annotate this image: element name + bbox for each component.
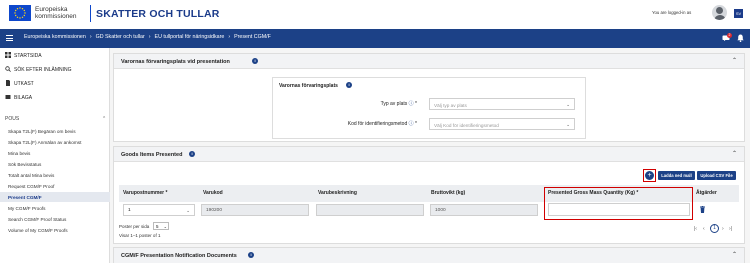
info-icon[interactable]: i: [248, 252, 254, 258]
col-gross-mass: Bruttovikt (kg): [431, 190, 466, 196]
commodity-code-field: 190200: [201, 204, 309, 216]
sidebar: STARTSIDA SÖK EFTER INLÄMNING UTKAST BIL…: [0, 48, 110, 263]
item-number-select[interactable]: 1 ⌄: [123, 204, 195, 216]
description-field: [316, 204, 424, 216]
card-header[interactable]: Goods Items Presented i ⌃: [114, 147, 744, 162]
storage-subcard: Varornas förvaringsplats i Typ av plats …: [272, 77, 586, 139]
chevron-up-icon[interactable]: ⌃: [102, 116, 106, 122]
chevron-up-icon[interactable]: ⌃: [732, 57, 737, 64]
sidebar-item-startsida[interactable]: STARTSIDA: [0, 49, 110, 62]
site-title: SKATTER OCH TULLAR: [96, 8, 220, 20]
info-icon[interactable]: i: [189, 151, 195, 157]
sidebar-subitem[interactable]: Request CGM/F Proof: [0, 181, 110, 191]
bell-icon[interactable]: [737, 34, 744, 42]
logged-in-text: You are logged-in as: [652, 10, 692, 15]
chevron-up-icon[interactable]: ⌃: [732, 150, 737, 157]
sidebar-subitem[interactable]: Search CGM/F Proof Status: [0, 214, 110, 224]
breadcrumb: Europeiska kommissionen › GD Skatter och t…: [24, 34, 271, 40]
user-avatar[interactable]: [712, 5, 727, 20]
chevron-down-icon: ⌄: [566, 102, 570, 107]
info-icon[interactable]: i: [252, 58, 258, 64]
current-page[interactable]: 1: [710, 224, 719, 233]
top-header: Europeiska kommissionen SKATTER OCH TULL…: [0, 0, 750, 29]
qualifier-select[interactable]: Välj Kod för identifieringsmetod ⌄: [429, 118, 575, 130]
sidebar-item-attachments[interactable]: BILAGA: [0, 91, 110, 104]
message-count-badge: 2: [727, 33, 732, 38]
next-page-icon[interactable]: ›: [722, 226, 724, 232]
storage-location-card: Varornas förvaringsplats vid presentatio…: [113, 53, 745, 142]
trash-icon[interactable]: [700, 206, 705, 213]
per-page-select[interactable]: 5 ⌄: [153, 222, 169, 230]
gross-mass-field: 1000: [430, 204, 538, 216]
card-title: Goods Items Presented: [121, 151, 183, 158]
nav-bar: Europeiska kommissionen › GD Skatter och t…: [0, 29, 750, 48]
chevron-up-icon[interactable]: ⌃: [732, 251, 737, 258]
sidebar-subitem[interactable]: Totalt antal Mina bevis: [0, 170, 110, 180]
first-page-icon[interactable]: |‹: [694, 226, 697, 232]
card-title: Varornas förvaringsplats vid presentatio…: [121, 58, 230, 65]
breadcrumb-item[interactable]: EU tullportal för näringsidkare: [155, 34, 225, 40]
info-icon[interactable]: i: [346, 82, 352, 88]
menu-icon[interactable]: [6, 35, 13, 41]
sidebar-subitem[interactable]: Skapa T2L(F) Anmälan av ankomst: [0, 137, 110, 147]
notification-docs-card: CGM/F Presentation Notification Document…: [113, 247, 745, 263]
showing-count: Visar 1–1 poster of 1: [119, 233, 161, 238]
sidebar-subitem[interactable]: Mina bevis: [0, 148, 110, 158]
sidebar-section-label[interactable]: POUS: [5, 116, 19, 122]
sidebar-item-label: SÖK EFTER INLÄMNING: [14, 67, 72, 73]
breadcrumb-item: Present CGM/F: [234, 34, 271, 40]
main-content: Varornas förvaringsplats vid presentatio…: [113, 48, 745, 263]
sidebar-item-label: UTKAST: [14, 81, 34, 87]
download-template-button[interactable]: Ladda ned mall: [658, 171, 695, 180]
sidebar-item-label: BILAGA: [14, 95, 33, 101]
add-row-button[interactable]: +: [645, 171, 654, 180]
prev-page-icon[interactable]: ‹: [703, 226, 705, 232]
header-divider: [90, 5, 91, 22]
subcard-title: Varornas förvaringsplats: [279, 83, 338, 89]
col-description: Varubeskrivning: [318, 190, 357, 196]
card-header[interactable]: Varornas förvaringsplats vid presentatio…: [114, 54, 744, 69]
chevron-down-icon: ⌄: [163, 224, 167, 229]
per-page-label: Poster per sida: [119, 224, 150, 229]
upload-csv-button[interactable]: Upload CSV File: [697, 171, 736, 180]
card-header[interactable]: CGM/F Presentation Notification Document…: [114, 248, 744, 263]
last-page-icon[interactable]: ›|: [729, 226, 732, 232]
location-type-select[interactable]: Välj typ av plats ⌄: [429, 98, 575, 110]
sidebar-subitem[interactable]: My CGM/F Proofs: [0, 203, 110, 213]
sidebar-item-search[interactable]: SÖK EFTER INLÄMNING: [0, 63, 110, 76]
breadcrumb-item[interactable]: GD Skatter och tullar: [96, 34, 145, 40]
eu-flag-logo: [9, 5, 31, 21]
col-commodity-code: Varukod: [203, 190, 223, 196]
chevron-down-icon: ⌄: [566, 122, 570, 127]
highlight-box: [544, 187, 693, 220]
document-icon: [6, 80, 10, 86]
sidebar-item-label: STARTSIDA: [14, 53, 42, 59]
grid-icon: [5, 52, 11, 58]
sidebar-subitem[interactable]: Sök Bevisstatus: [0, 159, 110, 169]
sidebar-item-drafts[interactable]: UTKAST: [0, 77, 110, 90]
card-title: CGM/F Presentation Notification Document…: [121, 252, 237, 259]
breadcrumb-item[interactable]: Europeiska kommissionen: [24, 34, 86, 40]
chevron-down-icon: ⌄: [186, 208, 190, 213]
language-button[interactable]: SV: [734, 9, 743, 18]
col-item-number: Varupostnummer *: [123, 190, 168, 196]
qualifier-label: Kod för identifieringsmetod ⓘ *: [347, 121, 417, 127]
sidebar-subitem[interactable]: Volume of My CGM/F Proofs: [0, 225, 110, 235]
eu-commission-text: Europeiska kommissionen: [35, 6, 77, 20]
col-actions: Åtgärder: [696, 190, 717, 196]
search-icon: [5, 66, 11, 72]
location-type-label: Typ av plats ⓘ *: [380, 101, 417, 107]
paperclip-icon: [5, 95, 11, 99]
sidebar-subitem[interactable]: Skapa T2L(F) Begäran om bevis: [0, 126, 110, 136]
sidebar-subitem-active[interactable]: Present CGM/F: [0, 192, 110, 202]
